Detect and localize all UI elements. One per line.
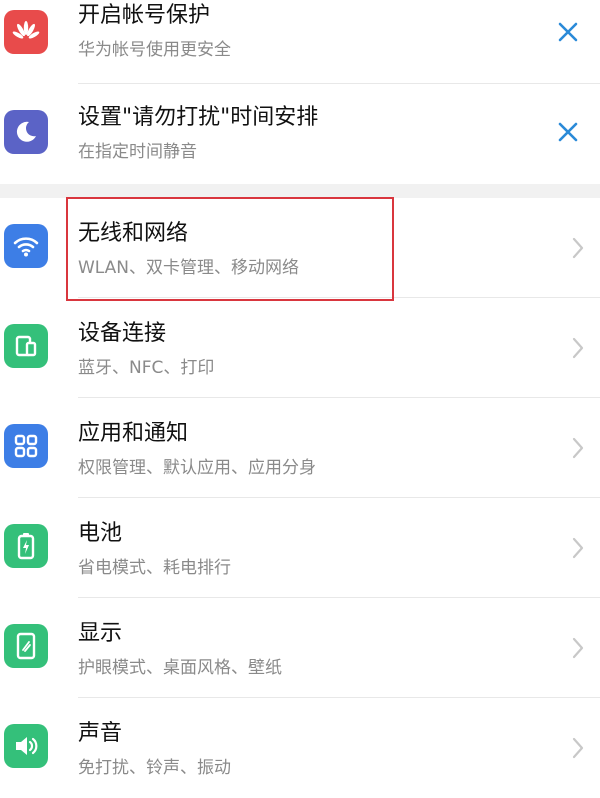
settings-item-title: 设备连接: [78, 321, 167, 346]
settings-item-title: 应用和通知: [78, 421, 189, 446]
settings-item-device-connection[interactable]: 设备连接 蓝牙、NFC、打印: [0, 298, 600, 398]
chevron-right-icon: [566, 628, 590, 668]
suggestion-title: 设置"请勿打扰"时间安排: [78, 105, 319, 130]
settings-item-subtitle: 权限管理、默认应用、应用分身: [78, 458, 316, 478]
chevron-right-icon: [566, 228, 590, 268]
chevron-right-icon: [566, 728, 590, 768]
apps-grid-icon: [4, 424, 48, 468]
chevron-right-icon: [566, 528, 590, 568]
dismiss-close-icon[interactable]: [548, 12, 588, 52]
settings-item-subtitle: 免打扰、铃声、振动: [78, 758, 231, 778]
highlight-annotation-box: [66, 197, 394, 301]
suggestion-subtitle: 在指定时间静音: [78, 142, 197, 162]
battery-icon: [4, 524, 48, 568]
display-icon: [4, 624, 48, 668]
moon-icon: [4, 110, 48, 154]
huawei-logo-icon: [4, 10, 48, 54]
suggestion-title: 开启帐号保护: [78, 3, 211, 28]
suggestion-account-protection[interactable]: 开启帐号保护 华为帐号使用更安全: [0, 0, 600, 84]
settings-item-subtitle: 护眼模式、桌面风格、壁纸: [78, 658, 282, 678]
suggestion-subtitle: 华为帐号使用更安全: [78, 40, 231, 60]
wifi-icon: [4, 224, 48, 268]
chevron-right-icon: [566, 428, 590, 468]
settings-item-subtitle: 省电模式、耗电排行: [78, 558, 231, 578]
suggestion-do-not-disturb[interactable]: 设置"请勿打扰"时间安排 在指定时间静音: [0, 84, 600, 184]
settings-item-battery[interactable]: 电池 省电模式、耗电排行: [0, 498, 600, 598]
settings-item-title: 电池: [78, 521, 123, 546]
chevron-right-icon: [566, 328, 590, 368]
device-connection-icon: [4, 324, 48, 368]
settings-item-display[interactable]: 显示 护眼模式、桌面风格、壁纸: [0, 598, 600, 698]
settings-item-title: 声音: [78, 721, 123, 746]
section-gap: [0, 184, 600, 198]
settings-item-title: 显示: [78, 621, 123, 646]
speaker-icon: [4, 724, 48, 768]
dismiss-close-icon[interactable]: [548, 112, 588, 152]
settings-item-subtitle: 蓝牙、NFC、打印: [78, 358, 215, 378]
settings-item-sound[interactable]: 声音 免打扰、铃声、振动: [0, 698, 600, 798]
settings-item-apps-notifications[interactable]: 应用和通知 权限管理、默认应用、应用分身: [0, 398, 600, 498]
